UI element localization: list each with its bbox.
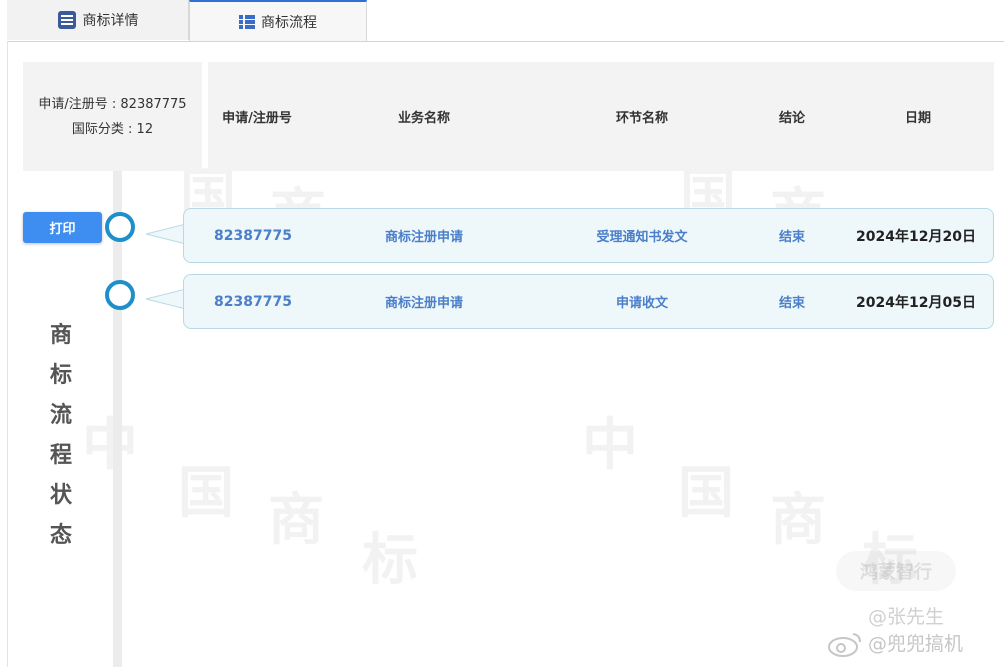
timeline-dot: [105, 280, 135, 310]
row-step[interactable]: 受理通知书发文: [574, 209, 710, 262]
row-reg-no[interactable]: 82387775: [208, 275, 298, 328]
tab-trademark-flow[interactable]: 商标流程: [189, 0, 367, 41]
row-pointer: [146, 223, 186, 245]
tab-trademark-details-label: 商标详情: [82, 13, 139, 29]
trademark-flow-page: 商标详情 商标流程 国 商 国 商 中 国 商 标 中 国 商 标 申请: [0, 0, 1004, 667]
tab-trademark-details[interactable]: 商标详情: [7, 0, 189, 40]
weibo-handle-1: @张先生: [868, 606, 945, 628]
details-list-icon: [57, 10, 77, 30]
row-result[interactable]: 结束: [762, 275, 822, 328]
row-date: 2024年12月05日: [856, 294, 976, 311]
watermark-glyph: 商: [770, 488, 826, 553]
registration-info: 申请/注册号 : 82387775 国际分类 : 12: [23, 62, 202, 171]
header-step: 环节名称: [615, 111, 668, 126]
brand-watermark: 鸿蒙智行: [836, 551, 956, 591]
watermark-glyph: 中: [582, 413, 638, 478]
watermark-glyph: 国: [178, 461, 234, 526]
flow-list-icon: [239, 14, 255, 30]
timeline-title: 商标流程状态: [49, 323, 72, 548]
row-step[interactable]: 申请收文: [574, 275, 710, 328]
watermark-glyph: 中: [82, 413, 138, 478]
header-date: 日期: [904, 111, 931, 126]
watermark-glyph: 标: [362, 528, 418, 593]
tab-bar: 商标详情 商标流程: [7, 0, 1004, 42]
row-business[interactable]: 商标注册申请: [358, 275, 490, 328]
watermark-glyph: 商: [268, 488, 324, 553]
timeline-line: [113, 171, 122, 667]
tab-trademark-flow-label: 商标流程: [261, 14, 317, 31]
weibo-logo-icon: [826, 630, 864, 658]
timeline-dot: [105, 212, 135, 242]
table-header: 申请/注册号 业务名称 环节名称 结论 日期: [208, 62, 994, 171]
row-business[interactable]: 商标注册申请: [358, 209, 490, 262]
registration-number: 申请/注册号 : 82387775: [38, 96, 187, 112]
header-business: 业务名称: [397, 111, 450, 126]
table-row: 82387775 商标注册申请 申请收文 结束 2024年12月05日: [183, 274, 994, 329]
watermark-glyph: 国: [678, 461, 734, 526]
header-result: 结论: [778, 111, 805, 126]
international-class: 国际分类 : 12: [71, 121, 154, 137]
row-result[interactable]: 结束: [762, 209, 822, 262]
print-button[interactable]: 打印: [23, 212, 102, 243]
header-reg-no: 申请/注册号: [222, 111, 292, 126]
row-date: 2024年12月20日: [856, 228, 976, 245]
page-border: [7, 41, 8, 667]
row-pointer: [146, 288, 186, 310]
weibo-handle-2: @兜兜搞机: [868, 633, 964, 655]
weibo-watermark: @张先生 @兜兜搞机: [826, 604, 1004, 664]
table-row: 82387775 商标注册申请 受理通知书发文 结束 2024年12月20日: [183, 208, 994, 263]
row-reg-no[interactable]: 82387775: [208, 209, 298, 262]
